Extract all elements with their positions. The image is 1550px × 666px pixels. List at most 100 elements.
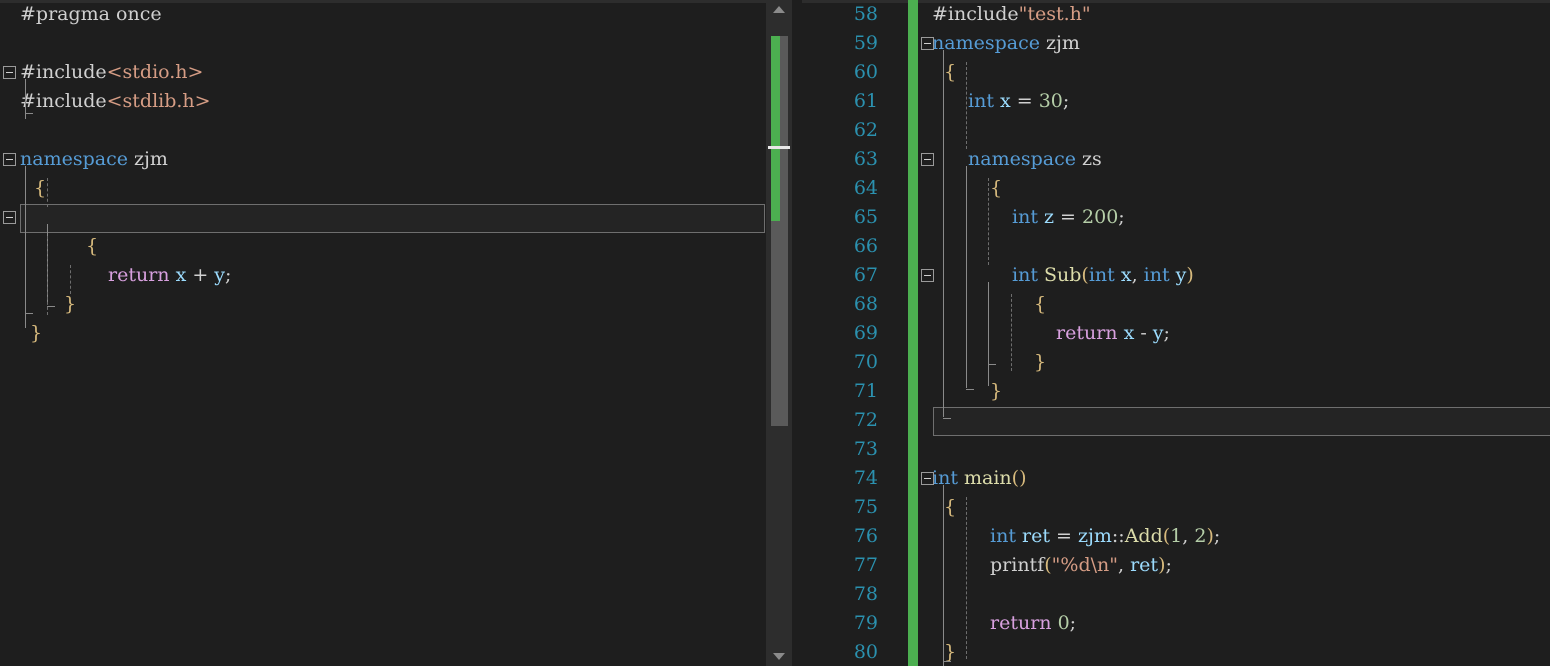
code-line[interactable]: { xyxy=(802,493,1550,522)
code-line[interactable] xyxy=(802,580,1550,609)
code-line[interactable]: } xyxy=(0,290,766,319)
code-line[interactable]: return 0; xyxy=(802,609,1550,638)
code-token: y xyxy=(1175,264,1187,286)
unsaved-change-bar xyxy=(771,36,780,221)
scroll-up-arrow-icon[interactable] xyxy=(766,0,792,20)
code-token: } xyxy=(64,293,77,315)
code-line[interactable]: int main() xyxy=(802,464,1550,493)
indent-guide xyxy=(966,497,967,659)
code-line[interactable]: int x = 30; xyxy=(802,87,1550,116)
code-token: x xyxy=(1120,264,1132,286)
fold-collapse-icon-main-function[interactable] xyxy=(921,472,934,485)
code-token: int xyxy=(968,90,994,112)
code-line[interactable]: return x - y; xyxy=(802,319,1550,348)
code-line[interactable] xyxy=(802,232,1550,261)
code-token: int xyxy=(990,525,1016,547)
source-file-editor[interactable]: 58 #include"test.h" 59 namespace zjm 60{61 in… xyxy=(802,0,1550,666)
code-line[interactable]: } xyxy=(802,348,1550,377)
code-token: , xyxy=(1131,264,1144,286)
code-token: } xyxy=(1034,351,1047,373)
fold-region-end xyxy=(47,306,55,307)
code-line[interactable]: namespace zs xyxy=(802,145,1550,174)
code-line[interactable]: #pragma once xyxy=(0,0,766,29)
code-token: () xyxy=(1011,467,1027,489)
fold-collapse-icon-namespace-zjm[interactable] xyxy=(921,37,934,50)
fold-region-line xyxy=(988,282,989,386)
code-line-text: int x = 30; xyxy=(968,87,1069,116)
editor-splitter[interactable] xyxy=(792,0,802,666)
fold-region-end xyxy=(943,661,951,662)
code-token: ; xyxy=(1069,612,1077,634)
fold-collapse-icon-namespace[interactable] xyxy=(3,153,16,166)
scroll-down-arrow-icon[interactable] xyxy=(766,646,792,666)
code-token: namespace xyxy=(20,148,128,170)
code-token: } xyxy=(990,380,1003,402)
code-token: z xyxy=(1044,206,1055,228)
fold-region-end xyxy=(943,418,951,419)
code-token: { xyxy=(1034,293,1047,315)
code-line-text: { xyxy=(34,174,46,203)
code-line[interactable]: #include<stdio.h> xyxy=(0,58,766,87)
code-line[interactable]: #include<stdlib.h> xyxy=(0,87,766,116)
code-line[interactable]: namespace zjm xyxy=(802,29,1550,58)
code-line[interactable]: return x + y; xyxy=(0,261,766,290)
fold-collapse-icon-add-function[interactable] xyxy=(3,211,16,224)
code-line[interactable]: #include"test.h" xyxy=(802,0,1550,29)
scrollbar-track[interactable] xyxy=(766,20,792,646)
code-line[interactable]: int Sub(int x, int y) xyxy=(802,261,1550,290)
code-token: main xyxy=(964,467,1012,489)
code-token: y xyxy=(214,264,226,286)
code-token: #pragma once xyxy=(20,3,162,25)
code-token: int xyxy=(1012,206,1038,228)
code-line[interactable]: { xyxy=(0,232,766,261)
code-line-text: return 0; xyxy=(990,609,1076,638)
code-token: int xyxy=(932,467,958,489)
indent-guide xyxy=(47,236,48,315)
code-line[interactable] xyxy=(802,116,1550,145)
code-line-text: } xyxy=(990,377,1002,406)
split-editor-workspace: #pragma once #include<stdio.h> #include<st… xyxy=(0,0,1550,666)
code-line[interactable] xyxy=(802,435,1550,464)
code-line-text: { xyxy=(86,232,98,261)
code-token: x xyxy=(1000,90,1011,112)
code-line-text: } xyxy=(64,290,76,319)
code-line[interactable]: } xyxy=(802,377,1550,406)
fold-region-line xyxy=(943,50,944,417)
code-token: #include xyxy=(932,3,1019,25)
code-line[interactable]: { xyxy=(802,58,1550,87)
fold-region-end xyxy=(25,313,33,314)
code-token: zjm xyxy=(1077,525,1112,547)
header-file-editor[interactable]: #pragma once #include<stdio.h> #include<st… xyxy=(0,0,766,666)
code-line-text: int z = 200; xyxy=(1012,203,1125,232)
fold-region-line xyxy=(943,485,944,666)
code-token: ( xyxy=(1081,264,1089,286)
code-line[interactable]: printf("%d\n", ret); xyxy=(802,551,1550,580)
code-line[interactable] xyxy=(0,29,766,58)
code-line-text: namespace zjm xyxy=(932,29,1080,58)
code-token: ret xyxy=(1130,554,1159,576)
code-token: { xyxy=(944,496,957,518)
fold-collapse-icon-namespace-zs[interactable] xyxy=(921,153,934,166)
code-line-text: int main() xyxy=(932,464,1027,493)
right-code-area[interactable]: 58 #include"test.h" 59 namespace zjm 60{61 in… xyxy=(802,0,1550,666)
code-line[interactable]: } xyxy=(0,319,766,348)
code-line[interactable]: { xyxy=(802,290,1550,319)
code-line[interactable]: } xyxy=(802,638,1550,666)
code-line-text: { xyxy=(990,174,1002,203)
code-line[interactable]: { xyxy=(0,174,766,203)
fold-collapse-icon-includes[interactable] xyxy=(3,66,16,79)
code-line[interactable]: { xyxy=(802,174,1550,203)
code-line[interactable]: int z = 200; xyxy=(802,203,1550,232)
code-token: x xyxy=(175,264,187,286)
code-token: #include xyxy=(20,61,107,83)
code-line[interactable] xyxy=(0,116,766,145)
code-token: Sub xyxy=(1044,264,1082,286)
code-line-text: namespace zjm xyxy=(20,145,168,174)
code-token: 30 xyxy=(1038,90,1063,112)
code-line[interactable]: namespace zjm xyxy=(0,145,766,174)
code-line[interactable]: int ret = zjm::Add(1, 2); xyxy=(802,522,1550,551)
fold-region-end xyxy=(966,389,974,390)
left-editor-vertical-scrollbar[interactable] xyxy=(766,0,792,666)
fold-collapse-icon-sub-function[interactable] xyxy=(921,269,934,282)
left-code-area[interactable]: #pragma once #include<stdio.h> #include<st… xyxy=(0,0,766,666)
